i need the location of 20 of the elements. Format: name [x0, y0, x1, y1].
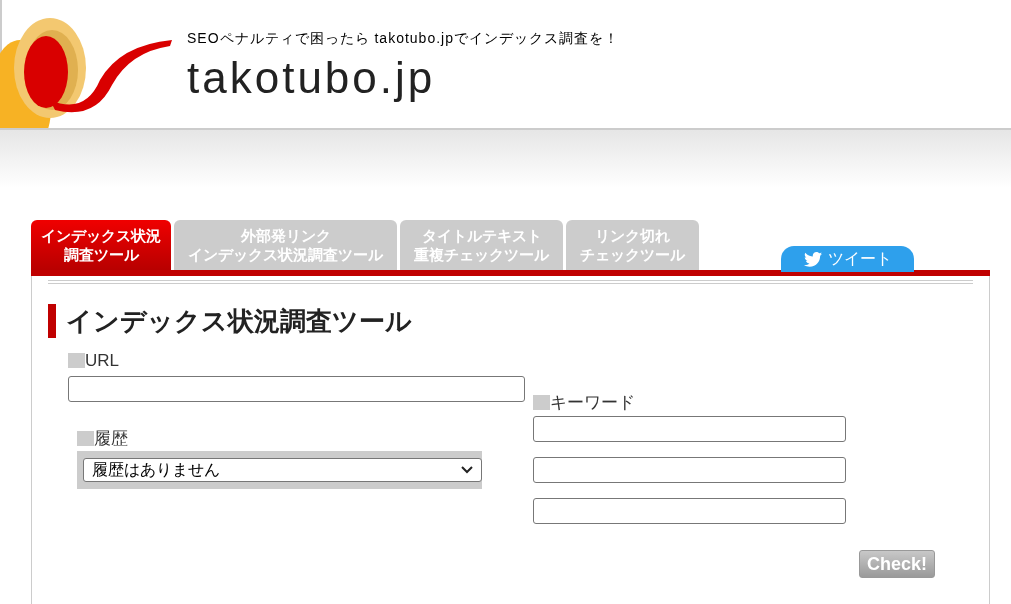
url-field[interactable] [68, 375, 525, 402]
keyword-field[interactable] [533, 497, 846, 524]
tweet-button[interactable]: ツイート [781, 246, 914, 272]
url-label: URL [85, 350, 119, 372]
tagline: SEOペナルティで困ったら takotubo.jpでインデックス調査を！ [187, 29, 619, 48]
keyword-field[interactable] [533, 456, 846, 483]
caret-icon [461, 466, 473, 474]
history-dropdown[interactable]: 履歴はありません [83, 458, 482, 482]
site-title: takotubo.jp [187, 53, 437, 103]
history-label: 履歴 [94, 427, 128, 450]
tool-tab[interactable]: インデックス状況 調査ツール [31, 220, 171, 270]
heading-accent-bar [48, 304, 56, 338]
check-button[interactable]: Check! [858, 549, 935, 578]
bird-icon [803, 251, 822, 267]
label-marker-icon [533, 395, 550, 411]
keyword-label: キーワード [550, 392, 635, 414]
label-marker-icon [77, 430, 94, 446]
label-marker-icon [68, 353, 85, 369]
keyword-field[interactable] [533, 415, 846, 442]
page-heading: インデックス状況調査ツール [66, 304, 412, 338]
